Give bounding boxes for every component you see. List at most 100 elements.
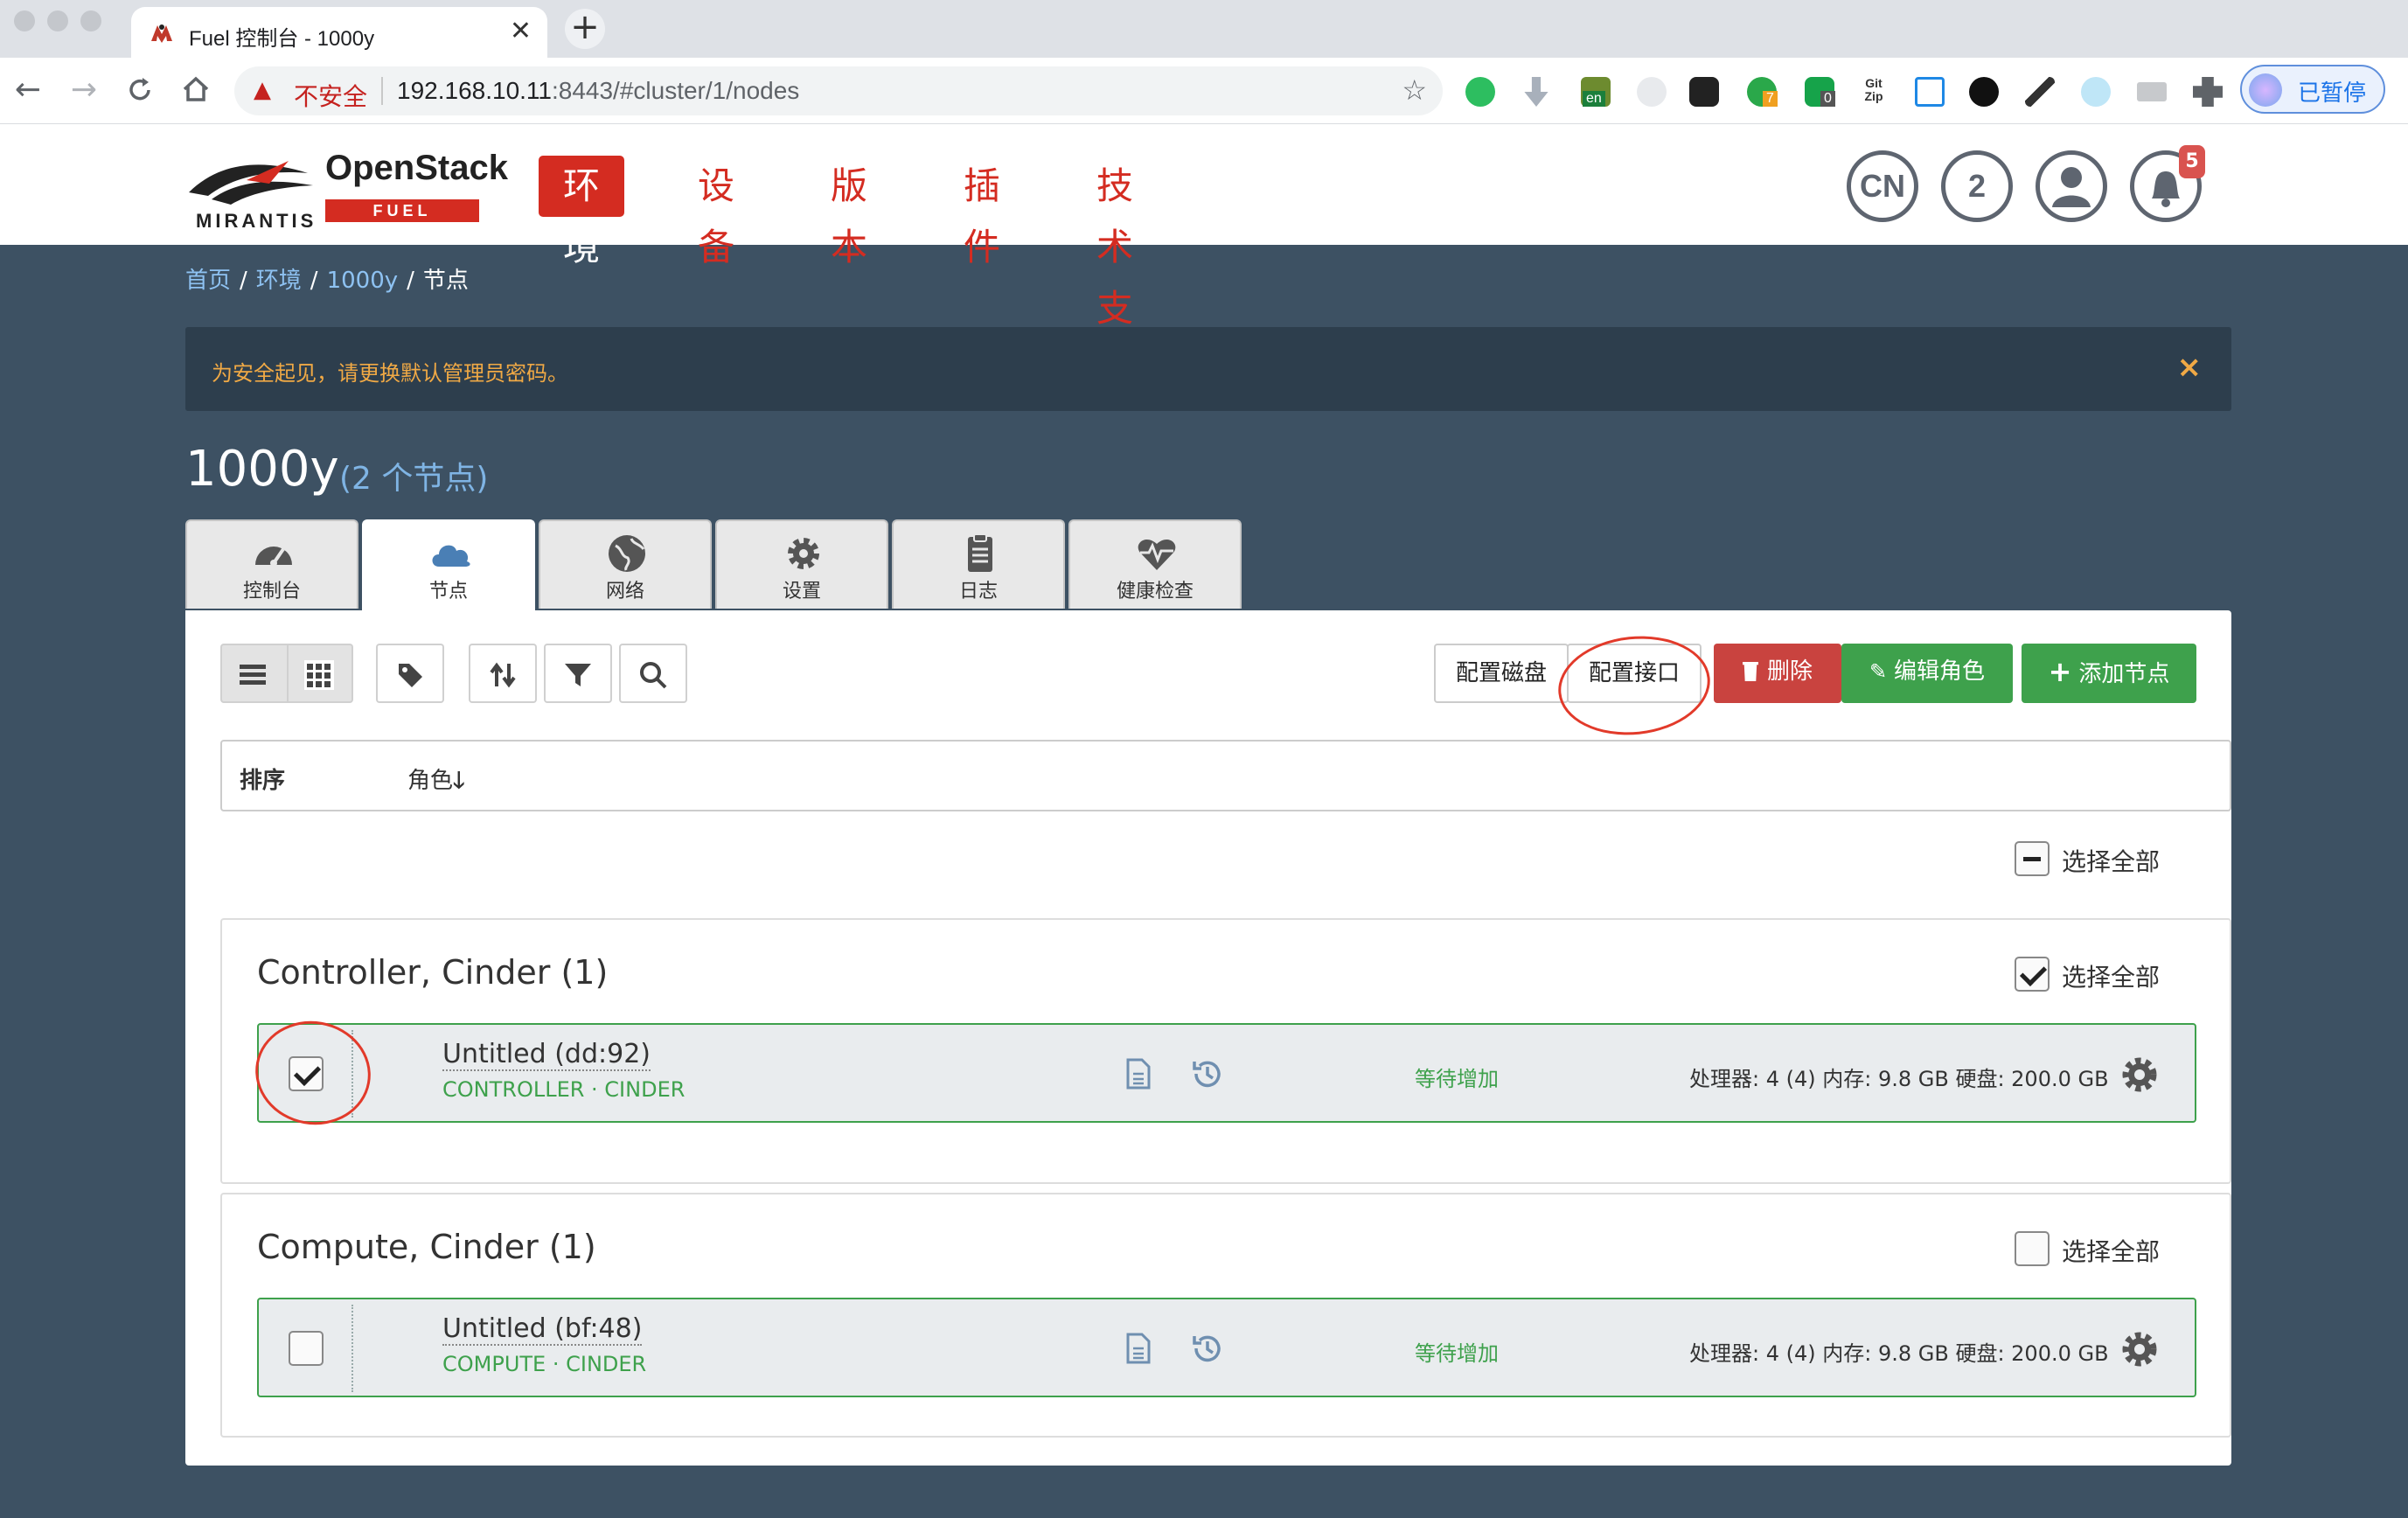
nav-item-support[interactable]: 技术支持 xyxy=(1096,156,1133,391)
sort-label: 排序 xyxy=(240,768,286,794)
screenshot-extension-icon[interactable] xyxy=(1915,77,1945,107)
tab-dashboard[interactable]: 控制台 xyxy=(185,519,358,609)
weather-extension-icon[interactable] xyxy=(2081,77,2111,107)
node-separator xyxy=(351,1305,353,1392)
nav-item-releases[interactable]: 版本 xyxy=(831,156,867,268)
folder-extension-icon[interactable] xyxy=(2137,82,2167,101)
breadcrumb-cluster[interactable]: 1000y xyxy=(327,268,399,294)
breadcrumb-environments[interactable]: 环境 xyxy=(256,268,302,294)
node-name[interactable]: Untitled (dd:92) xyxy=(442,1039,651,1071)
select-all-checkbox[interactable] xyxy=(2015,841,2050,876)
download-extension-icon[interactable] xyxy=(1524,77,1548,107)
language-extension-icon[interactable]: en xyxy=(1581,77,1611,107)
tab-title: Fuel 控制台 - 1000y xyxy=(189,27,375,51)
check-extension-icon[interactable]: 0 xyxy=(1805,77,1835,107)
group-select-all-checkbox[interactable] xyxy=(2015,1231,2050,1266)
extension-badge-0: 0 xyxy=(1820,91,1835,107)
sort-by-role-button[interactable]: 角色🡓 xyxy=(407,762,465,803)
forward-icon[interactable]: → xyxy=(66,72,101,108)
select-all-label[interactable]: 选择全部 xyxy=(2062,843,2160,878)
node-group-controller-cinder: Controller, Cinder (1) 选择全部 Untitled (dd… xyxy=(220,918,2231,1184)
nav-item-equipment[interactable]: 设备 xyxy=(698,156,734,268)
list-view-icon[interactable] xyxy=(238,660,268,690)
tab-close-icon[interactable]: ✕ xyxy=(510,16,532,46)
new-tab-button[interactable]: + xyxy=(565,9,605,49)
bookmark-star-icon[interactable]: ☆ xyxy=(1402,73,1427,107)
user-button[interactable] xyxy=(2036,150,2107,222)
extensions-puzzle-icon[interactable] xyxy=(2193,77,2223,107)
group-select-all-label[interactable]: 选择全部 xyxy=(2062,1233,2160,1268)
node-name[interactable]: Untitled (bf:48) xyxy=(442,1313,643,1346)
tab-network[interactable]: 网络 xyxy=(539,519,712,609)
cloud-extension-icon[interactable] xyxy=(1637,77,1667,107)
logo-company: MIRANTIS xyxy=(196,210,317,232)
group-title: Compute, Cinder (1) xyxy=(257,1228,596,1266)
group-select-all-label[interactable]: 选择全部 xyxy=(2062,958,2160,993)
logs-file-icon[interactable] xyxy=(1121,1056,1156,1091)
profile-paused-label: 已暂停 xyxy=(2298,80,2367,107)
url-text[interactable]: 192.168.10.11:8443/#cluster/1/nodes xyxy=(397,77,799,105)
delete-button[interactable]: 删除 xyxy=(1714,644,1841,703)
reload-icon[interactable] xyxy=(122,75,157,105)
search-button[interactable] xyxy=(619,644,687,703)
window-close-button[interactable] xyxy=(14,10,35,31)
warning-icon[interactable]: ▲ xyxy=(254,77,271,103)
breadcrumb-home[interactable]: 首页 xyxy=(185,268,231,294)
node-count-button[interactable]: 2 xyxy=(1941,150,2013,222)
grid-view-icon[interactable] xyxy=(304,660,334,690)
node-specs: 处理器: 4 (4) 内存: 9.8 GB 硬盘: 200.0 GB xyxy=(1689,1067,2109,1091)
logs-file-icon[interactable] xyxy=(1121,1331,1156,1366)
browser-tab[interactable]: Fuel 控制台 - 1000y ✕ xyxy=(131,7,547,58)
tampermonkey-extension-icon[interactable] xyxy=(1689,77,1719,107)
window-maximize-button[interactable] xyxy=(80,10,101,31)
home-icon[interactable] xyxy=(178,73,213,105)
tab-network-label: 网络 xyxy=(605,581,644,602)
node-group-compute-cinder: Compute, Cinder (1) 选择全部 Untitled (bf:48… xyxy=(220,1193,2231,1438)
node-checkbox[interactable] xyxy=(289,1331,324,1366)
dashboard-gauge-icon xyxy=(255,547,292,567)
extension-badge-en: en xyxy=(1583,91,1605,107)
tab-health-check[interactable]: 健康检查 xyxy=(1068,519,1242,609)
play-extension-icon[interactable] xyxy=(1969,77,1999,107)
evernote-extension-icon[interactable] xyxy=(1465,77,1495,107)
nav-item-plugins[interactable]: 插件 xyxy=(964,156,1000,268)
filter-button[interactable] xyxy=(544,644,612,703)
add-nodes-button[interactable]: + 添加节点 xyxy=(2022,644,2196,703)
group-select-all-checkbox[interactable] xyxy=(2015,957,2050,992)
tab-settings[interactable]: 设置 xyxy=(715,519,888,609)
profile-paused-button[interactable]: 已暂停 xyxy=(2240,65,2385,114)
node-settings-gear-icon[interactable] xyxy=(2119,1329,2160,1369)
sort-button[interactable] xyxy=(469,644,537,703)
edit-roles-label: 编辑角色 xyxy=(1894,658,1986,685)
labels-button[interactable] xyxy=(376,644,444,703)
node-row[interactable]: Untitled (bf:48) COMPUTE · CINDER 等待增加 处… xyxy=(257,1298,2196,1397)
nav-item-environments[interactable]: 环境 xyxy=(539,156,625,268)
node-specs: 处理器: 4 (4) 内存: 9.8 GB 硬盘: 200.0 GB xyxy=(1689,1341,2109,1366)
add-nodes-label: 添加节点 xyxy=(2078,661,2170,687)
security-label[interactable]: 不安全 xyxy=(294,78,367,113)
window-minimize-button[interactable] xyxy=(47,10,68,31)
tab-nodes[interactable]: 节点 xyxy=(362,519,535,612)
history-icon[interactable] xyxy=(1189,1056,1224,1091)
tab-health-check-label: 健康检查 xyxy=(1116,581,1194,602)
history-icon[interactable] xyxy=(1189,1331,1224,1366)
logo-product: OpenStack xyxy=(325,149,508,187)
tool-extension-icon[interactable] xyxy=(2025,77,2055,107)
back-icon[interactable]: ← xyxy=(10,72,45,108)
language-button[interactable]: CN xyxy=(1847,150,1918,222)
gear-icon xyxy=(788,538,819,569)
node-settings-gear-icon[interactable] xyxy=(2119,1055,2160,1095)
circle-extension-icon[interactable]: 7 xyxy=(1747,77,1778,107)
tab-logs[interactable]: 日志 xyxy=(892,519,1065,609)
node-row[interactable]: Untitled (dd:92) CONTROLLER · CINDER 等待增… xyxy=(257,1023,2196,1123)
fuel-logo[interactable]: MIRANTIS OpenStack FUEL xyxy=(184,149,508,232)
configure-disks-button[interactable]: 配置磁盘 xyxy=(1434,644,1569,703)
clipboard-icon xyxy=(968,533,992,572)
tab-nodes-label: 节点 xyxy=(428,581,468,602)
address-bar[interactable]: ▲ 不安全 192.168.10.11:8443/#cluster/1/node… xyxy=(234,66,1443,115)
plus-icon: + xyxy=(2048,655,2072,688)
edit-roles-button[interactable]: ✎ 编辑角色 xyxy=(1841,644,2013,703)
alert-close-icon[interactable]: × xyxy=(2177,350,2203,385)
breadcrumb-current: 节点 xyxy=(422,268,469,294)
gitzip-extension-icon[interactable]: Git Zip xyxy=(1859,77,1889,107)
